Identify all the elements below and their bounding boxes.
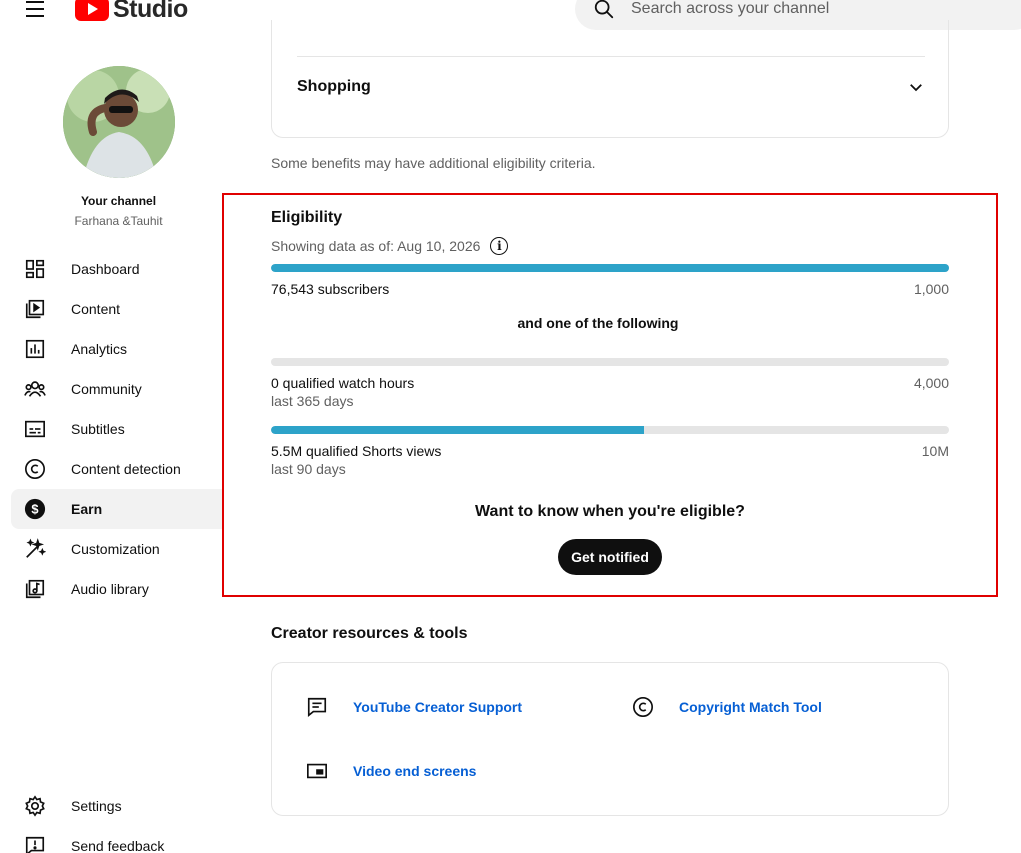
one-of-label: and one of the following	[517, 315, 679, 331]
feedback-chat-icon	[305, 695, 329, 719]
your-channel-label: Your channel	[80, 194, 157, 208]
channel-name: Farhana &Tauhit	[74, 214, 163, 228]
sidebar-item-label: Send feedback	[71, 838, 165, 853]
eligibility-date: Showing data as of: Aug 10, 2026 i	[271, 237, 509, 255]
watch-hours-target: 4,000	[913, 375, 949, 391]
watch-hours-progress-bar	[271, 358, 949, 366]
shorts-views-progress-fill	[271, 426, 644, 434]
tools-title: Creator resources & tools	[271, 625, 468, 642]
subscribers-progress-bar	[271, 264, 949, 272]
subscribers-target: 1,000	[913, 281, 949, 297]
creator-support-link[interactable]: YouTube Creator Support	[305, 695, 522, 719]
sidebar-nav: Dashboard Content Analytics Community Su…	[11, 249, 222, 609]
shorts-views-target: 10M	[921, 443, 949, 459]
sidebar-item-label: Analytics	[71, 341, 128, 357]
sidebar-item-label: Customization	[71, 541, 160, 557]
analytics-icon	[23, 337, 47, 361]
search-input[interactable]	[631, 0, 991, 18]
copyright-icon	[631, 695, 655, 719]
youtube-studio-logo[interactable]: Studio	[75, 0, 188, 24]
end-screens-link[interactable]: Video end screens	[305, 759, 476, 783]
sidebar-item-label: Earn	[71, 501, 103, 517]
get-notified-button[interactable]: Get notified	[558, 539, 662, 575]
shorts-views-progress-bar	[271, 426, 949, 434]
sidebar-item-subtitles[interactable]: Subtitles	[11, 409, 222, 449]
sidebar-item-send-feedback[interactable]: Send feedback	[11, 826, 222, 853]
divider	[297, 56, 925, 57]
tool-label: Video end screens	[353, 763, 477, 779]
sidebar-bottom-nav: Settings Send feedback	[11, 786, 222, 853]
dashboard-icon	[23, 257, 47, 281]
logo-text: Studio	[113, 0, 188, 23]
sidebar-item-content-detection[interactable]: Content detection	[11, 449, 222, 489]
watch-hours-period: last 365 days	[271, 393, 354, 409]
sidebar-item-community[interactable]: Community	[11, 369, 222, 409]
community-icon	[23, 377, 47, 401]
tools-card: YouTube Creator Support Copyright Match …	[271, 662, 949, 816]
sidebar: Your channel Farhana &Tauhit Dashboard C…	[0, 30, 222, 853]
shorts-views-period: last 90 days	[271, 461, 346, 477]
info-icon[interactable]: i	[490, 237, 509, 255]
shorts-views-row: 5.5M qualified Shorts views 10M	[271, 443, 949, 459]
magic-wand-icon	[23, 537, 47, 561]
youtube-play-icon	[75, 0, 109, 21]
sidebar-item-label: Settings	[71, 798, 122, 814]
subscribers-label: 76,543 subscribers	[271, 281, 390, 297]
watch-hours-label: 0 qualified watch hours	[271, 375, 415, 391]
shorts-views-label: 5.5M qualified Shorts views	[271, 443, 442, 459]
shopping-expander[interactable]: Shopping	[297, 78, 925, 96]
avatar-image	[63, 66, 175, 178]
shopping-title: Shopping	[297, 78, 371, 95]
audio-library-icon	[23, 577, 47, 601]
sidebar-item-label: Subtitles	[71, 421, 125, 437]
gear-icon	[23, 794, 47, 818]
tool-label: Copyright Match Tool	[679, 699, 822, 715]
content-icon	[23, 297, 47, 321]
sidebar-item-label: Dashboard	[71, 261, 140, 277]
sidebar-item-content[interactable]: Content	[11, 289, 222, 329]
sidebar-item-label: Community	[71, 381, 142, 397]
search-icon	[594, 0, 614, 19]
watch-hours-row: 0 qualified watch hours 4,000	[271, 375, 949, 391]
copyright-icon	[23, 457, 47, 481]
subscribers-progress-fill	[271, 264, 949, 272]
benefits-card: Shopping	[271, 20, 949, 138]
svg-text:$: $	[31, 502, 38, 517]
eligibility-title: Eligibility	[271, 209, 343, 226]
data-date-text: Showing data as of: Aug 10, 2026	[271, 238, 481, 254]
tool-label: YouTube Creator Support	[353, 699, 523, 715]
chevron-down-icon[interactable]	[907, 78, 925, 96]
subscribers-row: 76,543 subscribers 1,000	[271, 281, 949, 297]
sidebar-item-earn[interactable]: $ Earn	[11, 489, 222, 529]
feedback-icon	[23, 834, 47, 853]
eligibility-prompt: Want to know when you're eligible?	[475, 503, 745, 520]
sidebar-item-label: Content	[71, 301, 121, 317]
end-screen-icon	[305, 759, 329, 783]
channel-avatar[interactable]	[63, 66, 175, 178]
subtitles-icon	[23, 417, 47, 441]
benefits-note: Some benefits may have additional eligib…	[271, 155, 596, 171]
sidebar-item-dashboard[interactable]: Dashboard	[11, 249, 222, 289]
sidebar-item-customization[interactable]: Customization	[11, 529, 222, 569]
dollar-icon: $	[23, 497, 47, 521]
hamburger-menu-icon[interactable]	[26, 1, 48, 19]
sidebar-item-label: Audio library	[71, 581, 149, 597]
copyright-match-link[interactable]: Copyright Match Tool	[631, 695, 822, 719]
sidebar-item-label: Content detection	[71, 461, 181, 477]
sidebar-item-analytics[interactable]: Analytics	[11, 329, 222, 369]
sidebar-item-settings[interactable]: Settings	[11, 786, 222, 826]
sidebar-item-audio-library[interactable]: Audio library	[11, 569, 222, 609]
